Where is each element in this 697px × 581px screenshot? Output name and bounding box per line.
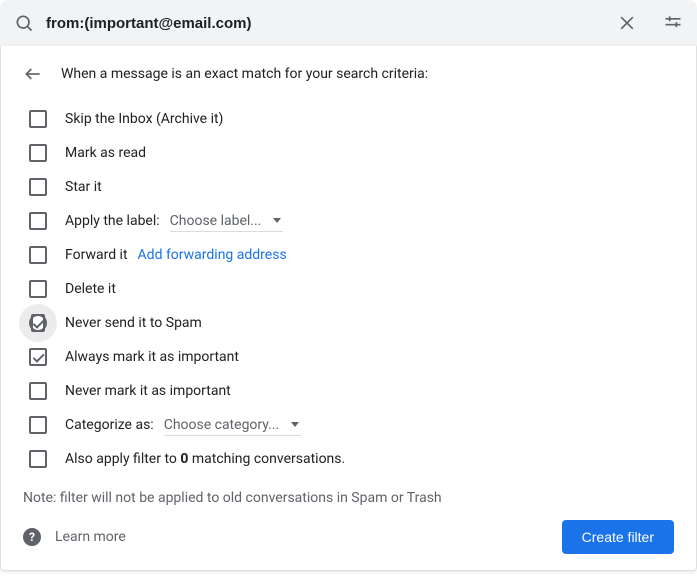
option-also-apply: Also apply filter to 0 matching conversa… bbox=[23, 442, 674, 476]
option-forward: Forward it Add forwarding address bbox=[23, 238, 674, 272]
search-icon bbox=[14, 13, 34, 33]
option-label: Categorize as: bbox=[65, 417, 154, 433]
checkbox-delete[interactable] bbox=[29, 280, 47, 298]
checkbox-never-important[interactable] bbox=[29, 382, 47, 400]
panel-header: When a message is an exact match for you… bbox=[23, 64, 674, 84]
option-always-important: Always mark it as important bbox=[23, 340, 674, 374]
filter-panel: When a message is an exact match for you… bbox=[0, 46, 697, 571]
checkbox-always-important[interactable] bbox=[29, 348, 47, 366]
option-label: Mark as read bbox=[65, 145, 146, 161]
option-delete: Delete it bbox=[23, 272, 674, 306]
option-apply-label: Apply the label: Choose label... bbox=[23, 204, 674, 238]
panel-title: When a message is an exact match for you… bbox=[61, 66, 428, 82]
option-label: Apply the label: bbox=[65, 213, 160, 229]
panel-footer: ? Learn more Create filter bbox=[23, 520, 674, 554]
help-icon[interactable]: ? bbox=[23, 528, 41, 546]
option-label: Also apply filter to 0 matching conversa… bbox=[65, 451, 345, 467]
checkbox-categorize[interactable] bbox=[29, 416, 47, 434]
checkbox-star[interactable] bbox=[29, 178, 47, 196]
chevron-down-icon bbox=[291, 422, 299, 427]
label-select[interactable]: Choose label... bbox=[170, 211, 284, 232]
checkbox-skip-inbox[interactable] bbox=[29, 110, 47, 128]
learn-more-link[interactable]: Learn more bbox=[55, 529, 126, 545]
checkbox-mark-read[interactable] bbox=[29, 144, 47, 162]
option-skip-inbox: Skip the Inbox (Archive it) bbox=[23, 102, 674, 136]
option-mark-read: Mark as read bbox=[23, 136, 674, 170]
create-filter-button[interactable]: Create filter bbox=[562, 520, 674, 554]
option-label: Never send it to Spam bbox=[65, 315, 202, 331]
option-label: Skip the Inbox (Archive it) bbox=[65, 111, 223, 127]
option-star: Star it bbox=[23, 170, 674, 204]
option-label: Forward it bbox=[65, 247, 128, 263]
option-never-important: Never mark it as important bbox=[23, 374, 674, 408]
option-label: Never mark it as important bbox=[65, 383, 231, 399]
note-text: Note: filter will not be applied to old … bbox=[23, 490, 674, 506]
search-options-button[interactable] bbox=[655, 5, 691, 41]
clear-search-button[interactable] bbox=[609, 5, 645, 41]
checkbox-never-spam[interactable] bbox=[29, 314, 47, 332]
option-label: Star it bbox=[65, 179, 102, 195]
search-bar bbox=[0, 0, 697, 46]
add-forwarding-link[interactable]: Add forwarding address bbox=[138, 247, 287, 263]
search-input[interactable] bbox=[44, 14, 599, 33]
option-categorize: Categorize as: Choose category... bbox=[23, 408, 674, 442]
chevron-down-icon bbox=[273, 218, 281, 223]
checkbox-also-apply[interactable] bbox=[29, 450, 47, 468]
option-label: Always mark it as important bbox=[65, 349, 239, 365]
back-button[interactable] bbox=[23, 64, 43, 84]
category-select[interactable]: Choose category... bbox=[164, 415, 302, 436]
option-never-spam: Never send it to Spam bbox=[23, 306, 674, 340]
checkbox-apply-label[interactable] bbox=[29, 212, 47, 230]
option-label: Delete it bbox=[65, 281, 116, 297]
checkbox-forward[interactable] bbox=[29, 246, 47, 264]
